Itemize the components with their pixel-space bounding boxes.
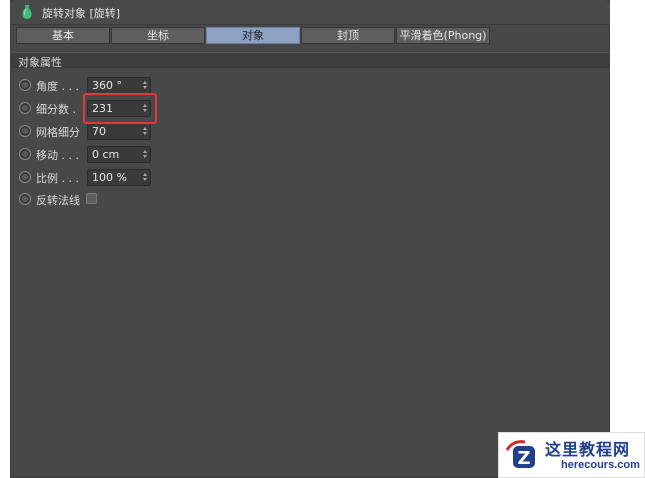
animate-radio-icon[interactable] [19, 193, 31, 205]
property-row-mesh-subdivision: 网格细分 70 [10, 123, 210, 141]
tab-caps[interactable]: 封顶 [301, 27, 395, 44]
reverse-normals-checkbox[interactable] [86, 193, 97, 204]
angle-value: 360 ° [92, 79, 122, 92]
section-title: 对象属性 [18, 56, 62, 69]
watermark-logo-icon: Z [505, 440, 535, 469]
property-row-reverse-normals: 反转法线 [10, 191, 210, 209]
tab-object[interactable]: 对象 [206, 27, 300, 44]
scale-input[interactable]: 100 % [87, 169, 151, 186]
scale-value: 100 % [92, 171, 127, 184]
property-label-angle: 角度 . . . [36, 80, 79, 93]
animate-radio-icon[interactable] [19, 148, 31, 160]
spinner-arrows-icon[interactable] [142, 173, 147, 183]
mesh-subdivision-value: 70 [92, 125, 106, 138]
animate-radio-icon[interactable] [19, 79, 31, 91]
property-row-movement: 移动 . . . 0 cm [10, 146, 210, 164]
property-label-reverse-normals: 反转法线 [36, 194, 80, 207]
window-title: 旋转对象 [旋转] [42, 7, 121, 20]
tab-coordinates[interactable]: 坐标 [111, 27, 205, 44]
lathe-vase-icon [22, 5, 32, 19]
animate-radio-icon[interactable] [19, 171, 31, 183]
angle-input[interactable]: 360 ° [87, 77, 151, 94]
property-label-mesh-subdivision: 网格细分 [36, 126, 80, 139]
spinner-arrows-icon[interactable] [142, 81, 147, 91]
movement-value: 0 cm [92, 148, 120, 161]
property-label-movement: 移动 . . . [36, 149, 79, 162]
spinner-arrows-icon[interactable] [142, 150, 147, 160]
mesh-subdivision-input[interactable]: 70 [87, 123, 151, 140]
spinner-arrows-icon[interactable] [142, 127, 147, 137]
section-header: 对象属性 [10, 52, 610, 69]
svg-text:Z: Z [517, 448, 530, 469]
property-row-scale: 比例 . . . 100 % [10, 169, 210, 187]
watermark-title: 这里教程网 [545, 440, 631, 459]
attribute-manager-panel: 旋转对象 [旋转] 基本 坐标 对象 封顶 平滑着色(Phong) 对象属性 角… [10, 0, 610, 478]
highlight-box [83, 93, 157, 124]
watermark-subtitle: herecours.com [561, 459, 640, 471]
title-bar: 旋转对象 [旋转] [10, 0, 610, 25]
tab-bar: 基本 坐标 对象 封顶 平滑着色(Phong) [16, 27, 491, 44]
property-label-subdivision: 细分数 . [36, 103, 76, 116]
tab-basic[interactable]: 基本 [16, 27, 110, 44]
watermark: Z 这里教程网 herecours.com [498, 432, 645, 478]
animate-radio-icon[interactable] [19, 102, 31, 114]
tab-phong[interactable]: 平滑着色(Phong) [396, 27, 490, 44]
animate-radio-icon[interactable] [19, 125, 31, 137]
movement-input[interactable]: 0 cm [87, 146, 151, 163]
property-label-scale: 比例 . . . [36, 172, 79, 185]
